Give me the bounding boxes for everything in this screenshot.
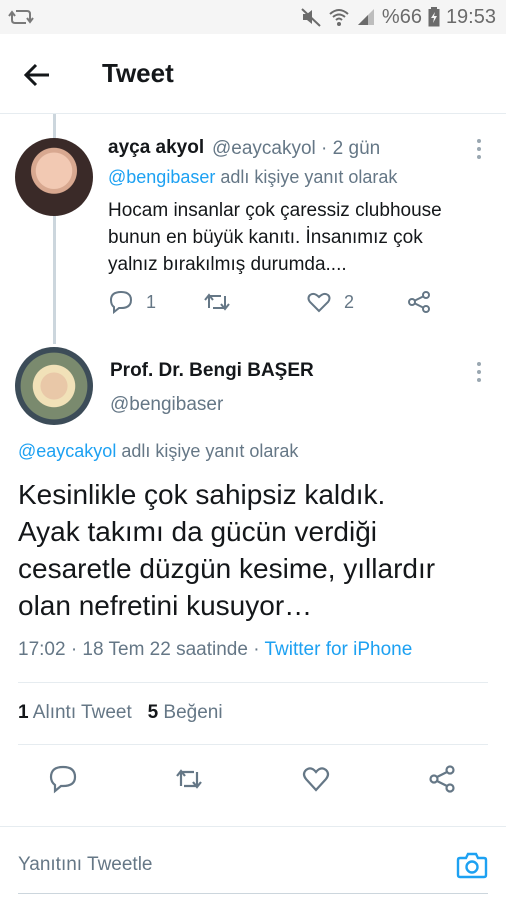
reply-composer[interactable]: Yanıtını Tweetle [0,827,506,900]
quote-tweets-link[interactable]: 1 Alıntı Tweet [18,702,132,723]
reply-icon [109,290,133,314]
share-button[interactable] [406,290,432,314]
like-label: Beğeni [158,702,223,723]
reply-button[interactable]: 1 [108,290,156,314]
mute-icon [301,8,321,27]
tweet-text-line: Kesinlikle çok sahipsiz kaldık. [18,479,386,510]
likes-link[interactable]: 5 Beğeni [148,702,223,723]
author-name[interactable]: ayça akyol [108,137,204,159]
page-title: Tweet [102,58,174,88]
reply-context-label: adlı kişiye yanıt olarak [215,167,398,187]
quote-label: Alıntı Tweet [28,702,132,723]
retweet-icon [204,293,230,311]
reply-count: 1 [146,291,157,312]
tweet-text: Hocam insanlar çok çaressiz clubhouse bu… [108,197,488,278]
battery-percent: %66 [381,5,422,28]
quote-count: 1 [18,702,29,723]
mention-link[interactable]: @eaycakyol [18,441,116,461]
reply-context: @bengibaser adlı kişiye yanıt olarak [108,167,397,188]
tweet-text-line: yalnız bırakılmış durumda.... [108,254,347,275]
more-options-icon[interactable] [470,135,488,163]
battery-icon [428,7,440,27]
source-link[interactable]: Twitter for iPhone [264,639,412,660]
like-count: 5 [147,702,159,723]
tweet-text-line: Ayak takımı da gücün verdiği [18,516,378,547]
tweet-metadata: 17:02 · 18 Tem 22 saatinde · Twitter for… [18,639,412,661]
author-handle: @bengibaser [110,394,224,415]
main-tweet-actions [0,760,506,800]
signal-icon [357,9,374,25]
author-handle: @eaycakyol · 2 gün [212,138,381,159]
engagement-stats: 1 Alıntı Tweet 5 Beğeni [18,702,223,724]
clock: 19:53 [445,5,496,28]
reply-context-label: adlı kişiye yanıt olarak [116,441,299,461]
avatar[interactable] [15,138,93,216]
reply-input-placeholder[interactable]: Yanıtını Tweetle [18,854,153,876]
avatar[interactable] [15,347,93,425]
retweet-button[interactable] [203,290,231,314]
author-name[interactable]: Prof. Dr. Bengi BAŞER [110,360,314,382]
tweet-text-line: olan nefretini kusuyor… [18,590,313,621]
divider [18,682,488,683]
divider [18,744,488,745]
share-icon [408,291,430,313]
reply-context: @eaycakyol adlı kişiye yanıt olarak [18,441,298,462]
tweet-text-line: Hocam insanlar çok çaressiz clubhouse [108,200,442,221]
input-underline [18,893,488,894]
retweet-icon[interactable] [174,764,204,794]
tweet-text: Kesinlikle çok sahipsiz kaldık. Ayak tak… [18,476,496,624]
reply-icon[interactable] [48,764,78,794]
tweet-actions: 1 2 [108,290,468,318]
sync-icon [8,10,34,24]
top-bar: Tweet [0,34,506,114]
more-options-icon[interactable] [470,358,488,386]
wifi-icon [329,9,349,26]
heart-icon [307,292,331,313]
status-bar: %66 19:53 [0,0,506,34]
like-button[interactable]: 2 [306,290,354,314]
tweet-text-line: cesaretle düzgün kesime, yıllardır [18,553,436,584]
like-count: 2 [344,291,355,312]
timestamp: 17:02 · 18 Tem 22 saatinde · [18,639,265,660]
camera-icon[interactable] [456,849,488,881]
share-icon[interactable] [427,764,457,794]
mention-link[interactable]: @bengibaser [108,167,215,187]
tweet-text-line: bunun en büyük kanıtı. İnsanımız çok [108,227,423,248]
heart-icon[interactable] [301,764,331,794]
back-arrow-icon[interactable] [22,60,52,90]
